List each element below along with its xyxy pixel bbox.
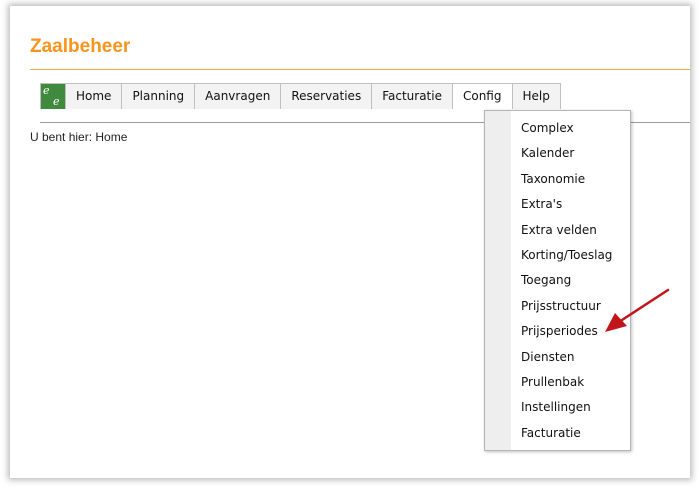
menu-item-extras[interactable]: Extra's [485, 192, 630, 217]
nav-home[interactable]: Home [66, 84, 123, 109]
nav-reservaties[interactable]: Reservaties [281, 84, 373, 109]
nav-aanvragen[interactable]: Aanvragen [195, 84, 282, 109]
menu-item-complex[interactable]: Complex [485, 116, 630, 141]
menu-item-instellingen[interactable]: Instellingen [485, 395, 630, 420]
nav-config[interactable]: Config [452, 84, 513, 109]
menu-item-facturatie[interactable]: Facturatie [485, 421, 630, 446]
main-nav: e e Home Planning Aanvragen Reservaties … [40, 83, 561, 109]
logo-icon[interactable]: e e [41, 84, 66, 109]
breadcrumb: U bent hier: Home [30, 130, 128, 144]
menu-item-prijsstructuur[interactable]: Prijsstructuur [485, 294, 630, 319]
title-divider [30, 69, 690, 70]
nav-facturatie[interactable]: Facturatie [372, 84, 453, 109]
menu-item-prijsperiodes[interactable]: Prijsperiodes [485, 319, 630, 344]
menu-item-diensten[interactable]: Diensten [485, 345, 630, 370]
menu-item-prullenbak[interactable]: Prullenbak [485, 370, 630, 395]
menu-item-korting-toeslag[interactable]: Korting/Toeslag [485, 243, 630, 268]
app-title: Zaalbeheer [30, 36, 131, 57]
nav-planning[interactable]: Planning [122, 84, 196, 109]
menu-item-taxonomie[interactable]: Taxonomie [485, 167, 630, 192]
menu-item-kalender[interactable]: Kalender [485, 141, 630, 166]
config-dropdown-menu: Complex Kalender Taxonomie Extra's Extra… [484, 110, 631, 451]
menu-item-toegang[interactable]: Toegang [485, 268, 630, 293]
menu-item-extra-velden[interactable]: Extra velden [485, 218, 630, 243]
nav-help[interactable]: Help [512, 84, 561, 109]
